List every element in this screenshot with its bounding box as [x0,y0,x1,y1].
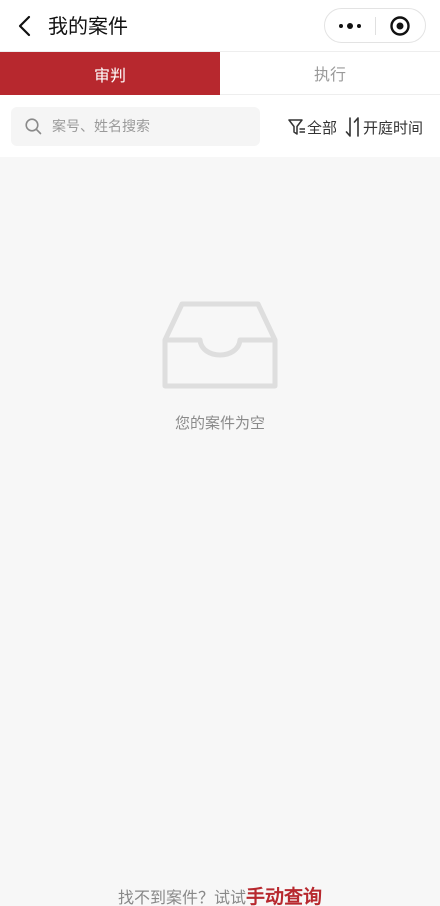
empty-state: 您的案件为空 [0,300,440,433]
filter-bar: 全部 开庭时间 [0,95,440,157]
page-title: 我的案件 [48,14,128,38]
app-root: 我的案件 审判 执行 案号、姓名搜索 全部 开庭时间 您的案件为空 找不到案件？… [0,0,440,906]
filter-all-label: 全部 [307,118,338,137]
more-dots-icon [338,22,361,29]
filter-funnel-icon [288,119,305,135]
filter-all-button[interactable]: 全部 [287,115,337,139]
bottom-hint: 找不到案件？试试手动查询 [0,882,440,906]
tab-trial[interactable]: 审判 [0,52,220,95]
not-found-hint: 找不到案件？试试 [117,888,246,906]
case-type-tabs: 审判 执行 [0,52,440,95]
mini-program-capsule [324,8,426,43]
search-icon [25,118,42,135]
search-input[interactable] [50,117,240,136]
empty-message: 您的案件为空 [174,414,265,432]
inbox-icon [162,301,278,389]
chevron-left-icon [18,15,31,37]
close-button[interactable] [376,9,426,42]
more-button[interactable] [325,9,375,42]
tab-execution[interactable]: 执行 [220,52,440,95]
manual-query-link[interactable]: 手动查询 [246,886,322,906]
target-icon [390,15,410,36]
search-box[interactable] [11,107,260,146]
sort-button[interactable]: 开庭时间 [345,115,423,139]
sort-arrows-icon [345,117,359,137]
back-button[interactable] [10,8,40,44]
nav-header: 我的案件 [0,0,440,52]
sort-label: 开庭时间 [363,118,424,137]
